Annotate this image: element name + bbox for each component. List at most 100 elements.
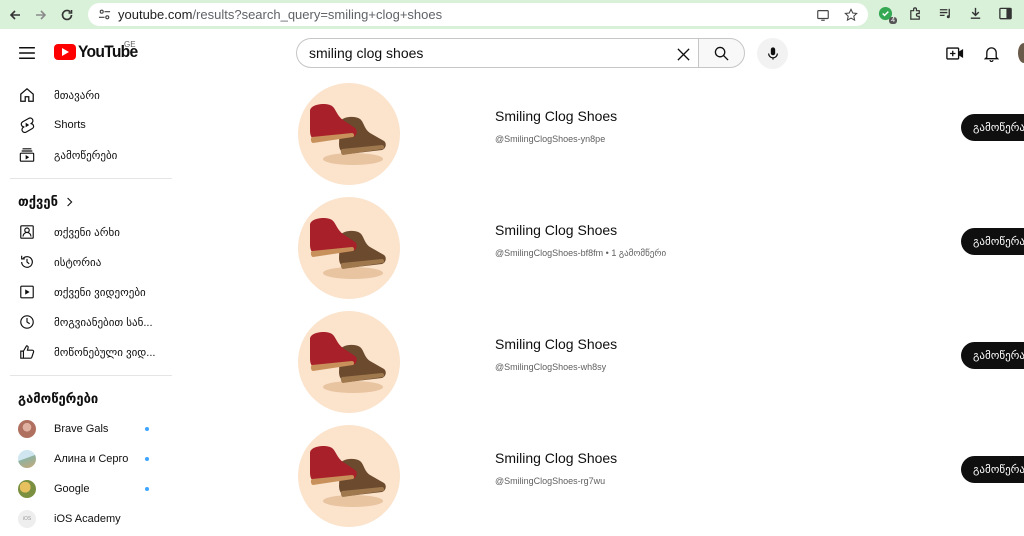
subscribe-button[interactable]: გამოწერა — [961, 228, 1024, 255]
subscriptions-heading-label: გამოწერები — [18, 391, 99, 406]
channel-name[interactable]: Smiling Clog Shoes — [495, 222, 617, 238]
channel-avatar — [18, 480, 36, 498]
region-code: GE — [124, 40, 136, 49]
sidebar-item-label: მოგვიანებით სან... — [54, 316, 153, 329]
search-results: Smiling Clog Shoes @SmilingClogShoes-yn8… — [296, 80, 1024, 536]
sidebar-subscription-google[interactable]: Google — [0, 474, 172, 504]
bookmark-star-icon[interactable] — [842, 6, 860, 24]
sidebar-item-label: თქვენი არხი — [54, 226, 120, 239]
clear-search-button[interactable] — [672, 43, 694, 65]
new-content-dot — [145, 427, 149, 431]
sidebar-item-label: iOS Academy — [54, 513, 121, 525]
sidebar-item-watch-later[interactable]: მოგვიანებით სან... — [0, 307, 172, 337]
back-arrow-icon — [9, 9, 20, 20]
search-button[interactable] — [698, 38, 745, 68]
sidebar-item-history[interactable]: ისტორია — [0, 247, 172, 277]
sidebar-item-home[interactable]: მთავარი — [0, 80, 172, 110]
forward-button[interactable] — [30, 4, 52, 26]
extension-badge-icon[interactable]: 4 — [876, 4, 897, 24]
search-input[interactable] — [309, 45, 669, 61]
sidebar-item-liked-videos[interactable]: მოწონებული ვიდ... — [0, 337, 172, 367]
sidebar-item-label: მთავარი — [54, 89, 100, 102]
subscribe-button[interactable]: გამოწერა — [961, 342, 1024, 369]
youtube-header: YouTube GE — [0, 29, 1024, 77]
search-form — [296, 38, 698, 68]
create-button[interactable] — [943, 41, 967, 65]
chevron-right-icon — [66, 195, 74, 210]
sidebar-item-shorts[interactable]: Shorts — [0, 110, 172, 140]
side-panel-icon[interactable] — [996, 4, 1014, 22]
microphone-icon — [767, 47, 778, 60]
channel-result[interactable]: Smiling Clog Shoes @SmilingClogShoes-wh8… — [296, 308, 1024, 422]
guide-menu-button[interactable] — [14, 41, 40, 65]
sidebar-item-label: თქვენი ვიდეოები — [54, 286, 146, 299]
sidebar-item-label: გამოწერები — [54, 149, 118, 162]
reload-button[interactable] — [56, 4, 78, 26]
sidebar-subscriptions-heading: გამოწერები — [0, 384, 172, 414]
channel-result[interactable]: Smiling Clog Shoes @SmilingClogShoes-rg7… — [296, 422, 1024, 536]
hamburger-icon — [19, 47, 35, 59]
close-icon — [676, 47, 690, 61]
media-controls-icon[interactable] — [936, 4, 954, 22]
subscriptions-icon — [18, 146, 36, 164]
channel-thumbnail[interactable] — [298, 197, 400, 299]
youtube-play-icon — [54, 44, 76, 60]
subscribe-button[interactable]: გამოწერა — [961, 114, 1024, 141]
url-host: youtube.com — [118, 7, 193, 22]
channel-avatar — [18, 420, 36, 438]
subscribe-button[interactable]: გამოწერა — [961, 456, 1024, 483]
sidebar-item-label: Brave Gals — [54, 423, 109, 435]
forward-arrow-icon — [36, 9, 47, 20]
sidebar-item-your-videos[interactable]: თქვენი ვიდეოები — [0, 277, 172, 307]
sidebar-item-label: Shorts — [54, 119, 86, 131]
sidebar-item-subscriptions[interactable]: გამოწერები — [0, 140, 172, 170]
voice-search-button[interactable] — [757, 38, 788, 69]
new-content-dot — [145, 487, 149, 491]
url-path: /results?search_query=smiling+clog+shoes — [192, 7, 443, 22]
channel-thumbnail[interactable] — [298, 425, 400, 527]
cast-icon[interactable] — [814, 6, 832, 24]
channel-handle: @SmilingClogShoes-wh8sy — [495, 362, 607, 372]
clog-shoes-icon — [310, 445, 386, 507]
channel-name[interactable]: Smiling Clog Shoes — [495, 108, 617, 124]
sidebar-subscription-alina-sergo[interactable]: Алина и Серго — [0, 444, 172, 474]
history-icon — [18, 253, 36, 271]
sidebar-item-your-channel[interactable]: თქვენი არხი — [0, 217, 172, 247]
sidebar-item-label: ისტორია — [54, 256, 102, 269]
extension-badge-count: 4 — [889, 17, 897, 24]
clog-shoes-icon — [310, 217, 386, 279]
browser-toolbar: youtube.com/results?search_query=smiling… — [0, 0, 1024, 29]
notifications-button[interactable] — [979, 41, 1003, 65]
channel-thumbnail[interactable] — [298, 311, 400, 413]
sidebar-you-heading[interactable]: თქვენ — [0, 187, 172, 217]
youtube-logo[interactable]: YouTube GE — [54, 40, 143, 62]
back-button[interactable] — [4, 4, 26, 26]
sidebar-divider — [10, 375, 172, 376]
account-avatar[interactable] — [1018, 43, 1024, 63]
sidebar-item-label: Google — [54, 483, 90, 495]
sidebar-divider — [10, 178, 172, 179]
address-bar[interactable]: youtube.com/results?search_query=smiling… — [88, 3, 868, 26]
shorts-icon — [18, 116, 36, 134]
channel-result[interactable]: Smiling Clog Shoes @SmilingClogShoes-yn8… — [296, 80, 1024, 194]
new-content-dot — [145, 457, 149, 461]
search-icon — [714, 46, 729, 61]
channel-name[interactable]: Smiling Clog Shoes — [495, 450, 617, 466]
guide-sidebar: მთავარი Shorts გამოწერები თქვენ თქვენი ა… — [0, 80, 172, 534]
sidebar-subscription-brave-gals[interactable]: Brave Gals — [0, 414, 172, 444]
channel-handle: @SmilingClogShoes-yn8pe — [495, 134, 606, 144]
download-icon[interactable] — [966, 4, 984, 22]
channel-avatar: iOS — [18, 510, 36, 528]
watch-later-icon — [18, 313, 36, 331]
channel-result[interactable]: Smiling Clog Shoes @SmilingClogShoes-bf8… — [296, 194, 1024, 308]
channel-name[interactable]: Smiling Clog Shoes — [495, 336, 617, 352]
site-settings-icon[interactable] — [96, 7, 112, 23]
clog-shoes-icon — [310, 103, 386, 165]
channel-thumbnail[interactable] — [298, 83, 400, 185]
home-icon — [18, 86, 36, 104]
liked-icon — [18, 343, 36, 361]
clog-shoes-icon — [310, 331, 386, 393]
extensions-puzzle-icon[interactable] — [906, 4, 924, 22]
sidebar-subscription-ios-academy[interactable]: iOS iOS Academy — [0, 504, 172, 534]
your-videos-icon — [18, 283, 36, 301]
